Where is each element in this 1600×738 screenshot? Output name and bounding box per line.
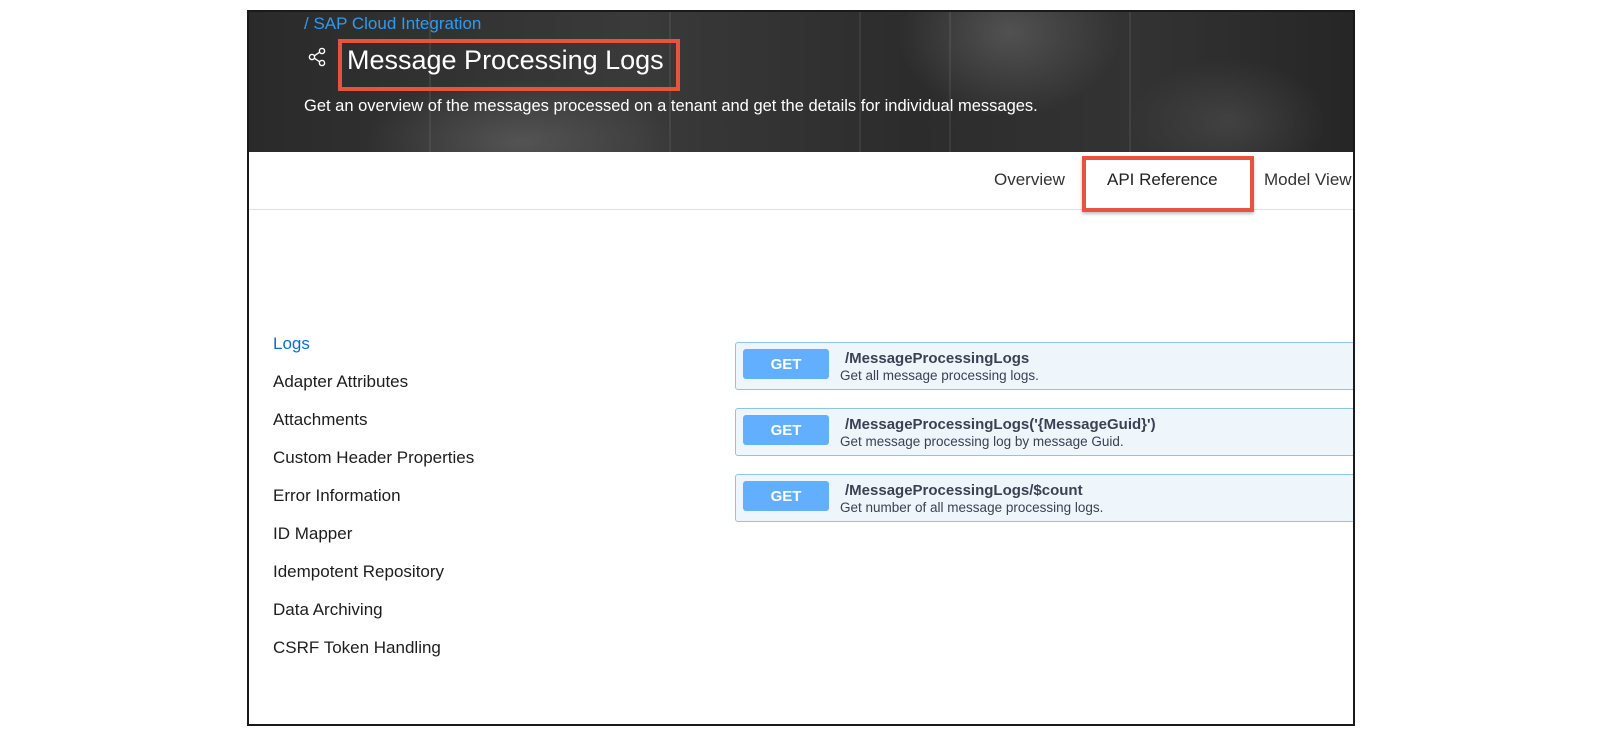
app-window: / SAP Cloud Integration Message Processi… [247,10,1355,726]
banner-decoration [949,12,951,152]
sidebar-item-id-mapper[interactable]: ID Mapper [273,524,474,562]
endpoint-row[interactable]: GET /MessageProcessingLogs/$count Get nu… [735,474,1353,522]
banner-decoration [1129,12,1131,152]
sidebar-item-custom-header-properties[interactable]: Custom Header Properties [273,448,474,486]
endpoint-description: Get all message processing logs. [840,368,1039,383]
breadcrumb[interactable]: / SAP Cloud Integration [304,14,481,34]
tab-model-view[interactable]: Model View [1264,170,1352,190]
endpoint-description: Get message processing log by message Gu… [840,434,1124,449]
sidebar-nav: Logs Adapter Attributes Attachments Cust… [273,334,474,676]
endpoint-row[interactable]: GET /MessageProcessingLogs Get all messa… [735,342,1353,390]
sidebar-item-csrf-token-handling[interactable]: CSRF Token Handling [273,638,474,676]
tab-api-reference[interactable]: API Reference [1107,170,1218,190]
share-icon[interactable] [307,47,327,67]
sidebar-item-idempotent-repository[interactable]: Idempotent Repository [273,562,474,600]
sidebar-item-attachments[interactable]: Attachments [273,410,474,448]
page-subtitle: Get an overview of the messages processe… [304,97,1038,115]
get-method-badge[interactable]: GET [743,481,829,511]
header-banner: / SAP Cloud Integration Message Processi… [249,12,1353,152]
endpoint-path[interactable]: /MessageProcessingLogs('{MessageGuid}') [845,416,1156,433]
endpoint-path[interactable]: /MessageProcessingLogs/$count [845,482,1083,499]
get-method-badge[interactable]: GET [743,349,829,379]
endpoint-path[interactable]: /MessageProcessingLogs [845,350,1029,367]
banner-decoration [859,12,861,152]
sidebar-item-logs[interactable]: Logs [273,334,474,372]
get-method-badge[interactable]: GET [743,415,829,445]
tab-overview[interactable]: Overview [994,170,1065,190]
sidebar-item-data-archiving[interactable]: Data Archiving [273,600,474,638]
sidebar-item-error-information[interactable]: Error Information [273,486,474,524]
endpoint-row[interactable]: GET /MessageProcessingLogs('{MessageGuid… [735,408,1353,456]
endpoint-description: Get number of all message processing log… [840,500,1104,515]
sidebar-item-adapter-attributes[interactable]: Adapter Attributes [273,372,474,410]
page-title: Message Processing Logs [347,45,664,75]
tab-bar: Overview API Reference Model View [249,152,1353,212]
endpoint-list: GET /MessageProcessingLogs Get all messa… [735,342,1353,540]
